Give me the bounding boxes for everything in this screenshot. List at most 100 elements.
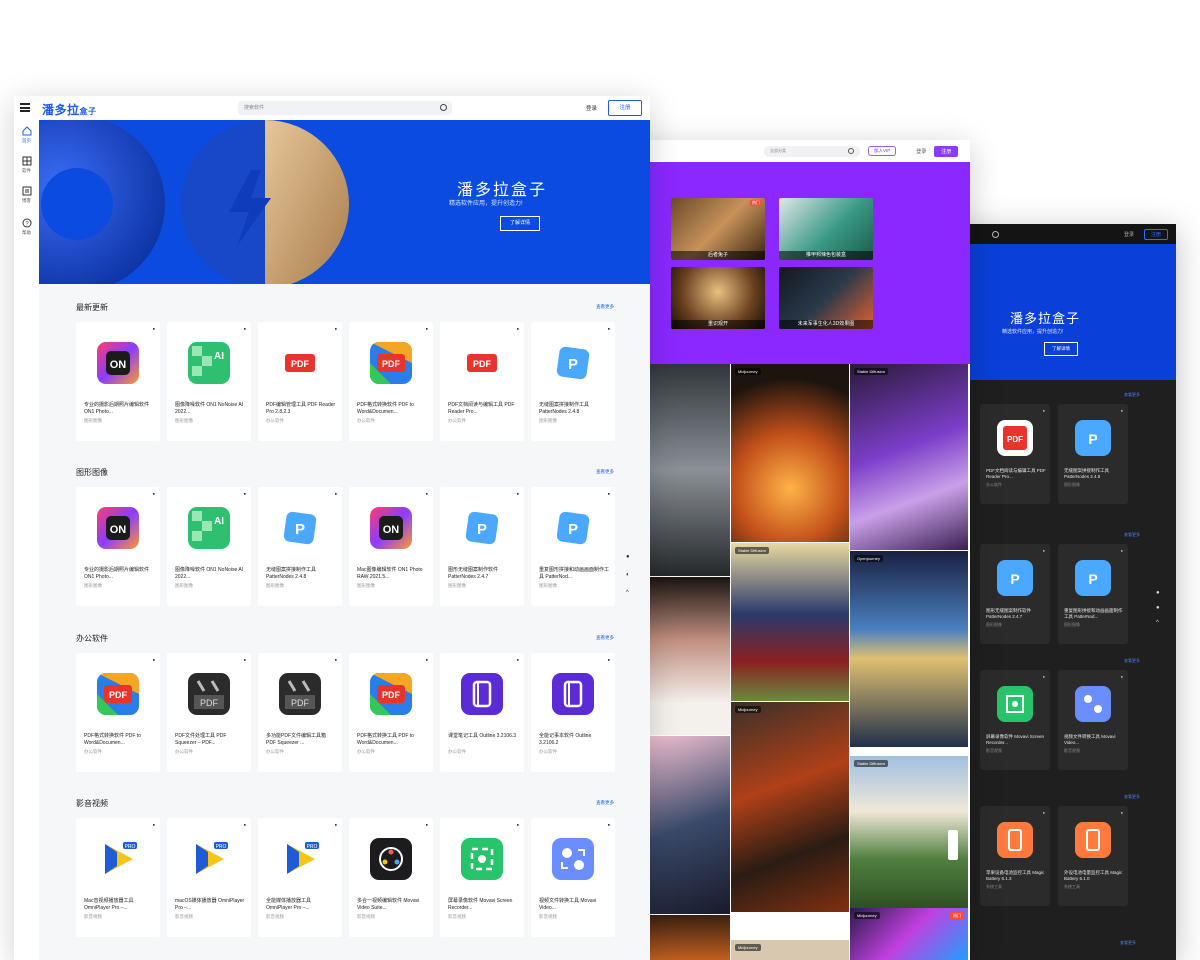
- app-category: 图形图像: [84, 583, 102, 588]
- app-card[interactable]: ● PDF PDF格式转换软件 PDF to Word&Documen... 办…: [76, 653, 160, 772]
- search-icon[interactable]: [848, 148, 854, 154]
- gallery-image[interactable]: Midjourney 热门: [850, 908, 968, 960]
- app-card[interactable]: ● 屏幕录像软件 Movavi Screen Recorder... 影音视频: [980, 670, 1050, 770]
- chat-icon[interactable]: ●: [626, 554, 634, 562]
- gallery-image[interactable]: Midjourney: [731, 364, 849, 542]
- pdf-color-icon: PDF: [370, 673, 412, 715]
- app-card[interactable]: ● 视频文件转换工具 Movavi Video... 影音视频: [1058, 670, 1128, 770]
- app-card[interactable]: ● PDF 多功能PDF文件编辑工具箱 PDF Squeezer ... 办公软…: [258, 653, 342, 772]
- register-button[interactable]: 注册: [934, 145, 959, 157]
- see-more-link[interactable]: 查看更多: [980, 940, 1136, 946]
- app-name: 外设电池电量监控工具 Magic Battery 6.1.0: [1064, 870, 1123, 881]
- app-card[interactable]: ● ON 专业的摄影后期照片编辑软件 ON1 Photo... 图形图像: [76, 322, 160, 441]
- gallery-image[interactable]: [650, 915, 730, 960]
- rail-item-home[interactable]: 首页: [14, 126, 39, 144]
- app-card[interactable]: ● P 重复图形拼接和动画画面制作工具 PatterNod... 图形图像: [1058, 544, 1128, 644]
- app-card[interactable]: ● 全能记事本软件 Outline 3.2106.2 办公软件: [531, 653, 615, 772]
- see-more-link[interactable]: 查看更多: [1124, 392, 1140, 398]
- gallery-image[interactable]: [650, 364, 730, 576]
- app-name: PDF文档阅读与编辑工具 PDF Reader Pro...: [448, 402, 515, 415]
- back-to-top-icon[interactable]: ^: [626, 590, 634, 598]
- app-card[interactable]: ● PRO Mac音视频播放器工具 OmniPlayer Pro –... 影音…: [76, 818, 160, 937]
- gallery-image[interactable]: Openjourney: [850, 551, 968, 747]
- hamburger-menu-icon[interactable]: [20, 103, 30, 112]
- hero-details-button[interactable]: 了解详情: [1044, 342, 1078, 356]
- app-card[interactable]: ● ON 专业的摄影后期照片编辑软件 ON1 Photo... 图形图像: [76, 487, 160, 606]
- hero-title: 潘多拉盒子: [457, 182, 548, 199]
- app-card[interactable]: ● PDF PDF文件处理工具 PDF Squeezer – PDF... 办公…: [167, 653, 251, 772]
- vip-button[interactable]: 加入VIP: [868, 146, 897, 156]
- login-link[interactable]: 登录: [586, 104, 597, 112]
- see-more-link[interactable]: 查看更多: [1124, 658, 1140, 664]
- apple-icon: ●: [1042, 548, 1045, 553]
- rail-item-blog[interactable]: 博客: [14, 186, 39, 204]
- gallery-image[interactable]: [650, 736, 730, 914]
- app-card[interactable]: ● AI 图像降噪软件 ON1 NoNoise AI 2022... 图形图像: [167, 487, 251, 606]
- see-more-link[interactable]: 查看更多: [596, 800, 614, 806]
- gallery-image[interactable]: Midjourney: [731, 702, 849, 912]
- category-search-input[interactable]: 全部分类: [764, 145, 860, 157]
- rail-item-software[interactable]: 软件: [14, 156, 39, 174]
- see-more-link[interactable]: 查看更多: [596, 635, 614, 641]
- gallery-image[interactable]: Midjourney: [731, 940, 849, 960]
- apple-icon: ●: [1120, 674, 1123, 679]
- app-card[interactable]: ● 外设电池电量监控工具 Magic Battery 6.1.0 系统工具: [1058, 806, 1128, 906]
- app-name: PDF文档阅读与编辑工具 PDF Reader Pro...: [986, 468, 1046, 479]
- app-card[interactable]: ● PDF PDF文档阅读与编辑工具 PDF Reader Pro... 办公软…: [980, 404, 1050, 504]
- gallery-thumb[interactable]: 重识观开: [671, 267, 765, 329]
- app-card[interactable]: ● 屏幕录像软件 Movavi Screen Recorder... 影音视频: [440, 818, 524, 937]
- app-card[interactable]: ● PDF PDF格式转换软件 PDF to Word&Documen... 办…: [349, 322, 433, 441]
- app-card[interactable]: ● PDF PDF格式转换工具 PDF to Word&Documen... 办…: [349, 653, 433, 772]
- gallery-thumb[interactable]: 推甲邦辣色包装盒: [779, 198, 873, 260]
- gallery-float-tools[interactable]: [948, 830, 958, 860]
- login-link[interactable]: 登录: [1124, 231, 1134, 238]
- pdf-red-icon: PDF: [461, 342, 503, 384]
- hero-details-button[interactable]: 了解详情: [500, 216, 540, 231]
- app-category: 图形图像: [539, 583, 557, 588]
- app-category: 图形图像: [84, 418, 102, 423]
- search-input[interactable]: 搜索软件: [238, 101, 452, 115]
- gallery-thumb[interactable]: 未来军事生化人3D效果图: [779, 267, 873, 329]
- app-card[interactable]: ● P 图形无缝图案制作软件 PatterNodes 2.4.7 图形图像: [440, 487, 524, 606]
- login-link[interactable]: 登录: [916, 148, 926, 155]
- gallery-image[interactable]: [650, 577, 730, 735]
- gallery-thumb[interactable]: 热门 后者兔子: [671, 198, 765, 260]
- app-card[interactable]: ● PDF PDF文档阅读与编辑工具 PDF Reader Pro... 办公软…: [440, 322, 524, 441]
- theme-toggle-icon[interactable]: ◐: [626, 572, 634, 580]
- register-button[interactable]: 注册: [608, 100, 642, 116]
- logo-text: 潘多拉: [42, 103, 80, 117]
- app-card[interactable]: ● P 无缝图案拼接制作工具 PatterNodes 2.4.8 图形图像: [531, 322, 615, 441]
- app-category: 图形图像: [175, 418, 193, 423]
- see-more-link[interactable]: 查看更多: [1124, 532, 1140, 538]
- app-card[interactable]: ● 视频文件转换工具 Movavi Video... 影音视频: [531, 818, 615, 937]
- rail-item-help[interactable]: ? 帮助: [14, 218, 39, 236]
- see-more-link[interactable]: 查看更多: [596, 304, 614, 310]
- theme-toggle-icon[interactable]: ●: [1156, 605, 1162, 611]
- app-category: 办公软件: [539, 749, 557, 754]
- app-card[interactable]: ● AI 图像降噪软件 ON1 NoNoise AI 2022... 图形图像: [167, 322, 251, 441]
- app-card[interactable]: ● P 无缝图案拼接制作工具 PatterNodes 2.4.8 图形图像: [258, 487, 342, 606]
- apple-icon: ●: [516, 657, 519, 662]
- search-icon[interactable]: [992, 230, 999, 238]
- app-card[interactable]: ● P 无缝图案拼接制作工具 PatterNodes 2.4.8 图形图像: [1058, 404, 1128, 504]
- app-card[interactable]: ● P 图形无缝图案制作软件 PatterNodes 2.4.7 图形图像: [980, 544, 1050, 644]
- app-card[interactable]: ● PRO 全能媒体播放器工具 OmniPlayer Pro –... 影音视频: [258, 818, 342, 937]
- gallery-image[interactable]: Stable Diffusion: [850, 364, 968, 550]
- app-card[interactable]: ● PDF PDF编辑管理工具 PDF Reader Pro 2.8.2.3 办…: [258, 322, 342, 441]
- back-to-top-icon[interactable]: ^: [1156, 620, 1162, 626]
- app-card[interactable]: ● 苹果设备电池监控工具 Magic Battery 6.1.3 系统工具: [980, 806, 1050, 906]
- app-card[interactable]: ● 多合一视频编辑软件 Movavi Video Suite... 影音视频: [349, 818, 433, 937]
- gallery-image[interactable]: Stable Diffusion: [731, 543, 849, 701]
- app-card[interactable]: ● 课堂笔记工具 Outline 3.2106.3 办公软件: [440, 653, 524, 772]
- see-more-link[interactable]: 查看更多: [1124, 794, 1140, 800]
- svg-text:P: P: [1010, 571, 1019, 587]
- apple-icon: ●: [334, 326, 337, 331]
- chat-icon[interactable]: ●: [1156, 590, 1162, 596]
- app-card[interactable]: ● P 重复图形拼接和动画画面制作工具 PatterNod... 图形图像: [531, 487, 615, 606]
- app-card[interactable]: ● ON Mac图像编辑软件 ON1 Photo RAW 2021.5... 图…: [349, 487, 433, 606]
- register-button[interactable]: 注册: [1143, 228, 1168, 240]
- site-logo[interactable]: 潘多拉盒子: [42, 101, 97, 118]
- search-icon[interactable]: [440, 104, 447, 111]
- app-card[interactable]: ● PRO macOS媒体播放器 OmniPlayer Pro –... 影音视…: [167, 818, 251, 937]
- see-more-link[interactable]: 查看更多: [596, 469, 614, 475]
